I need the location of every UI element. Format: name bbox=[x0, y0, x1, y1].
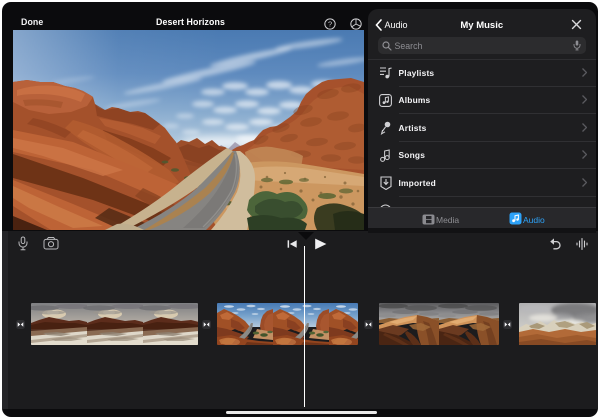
svg-text:?: ? bbox=[328, 19, 332, 28]
